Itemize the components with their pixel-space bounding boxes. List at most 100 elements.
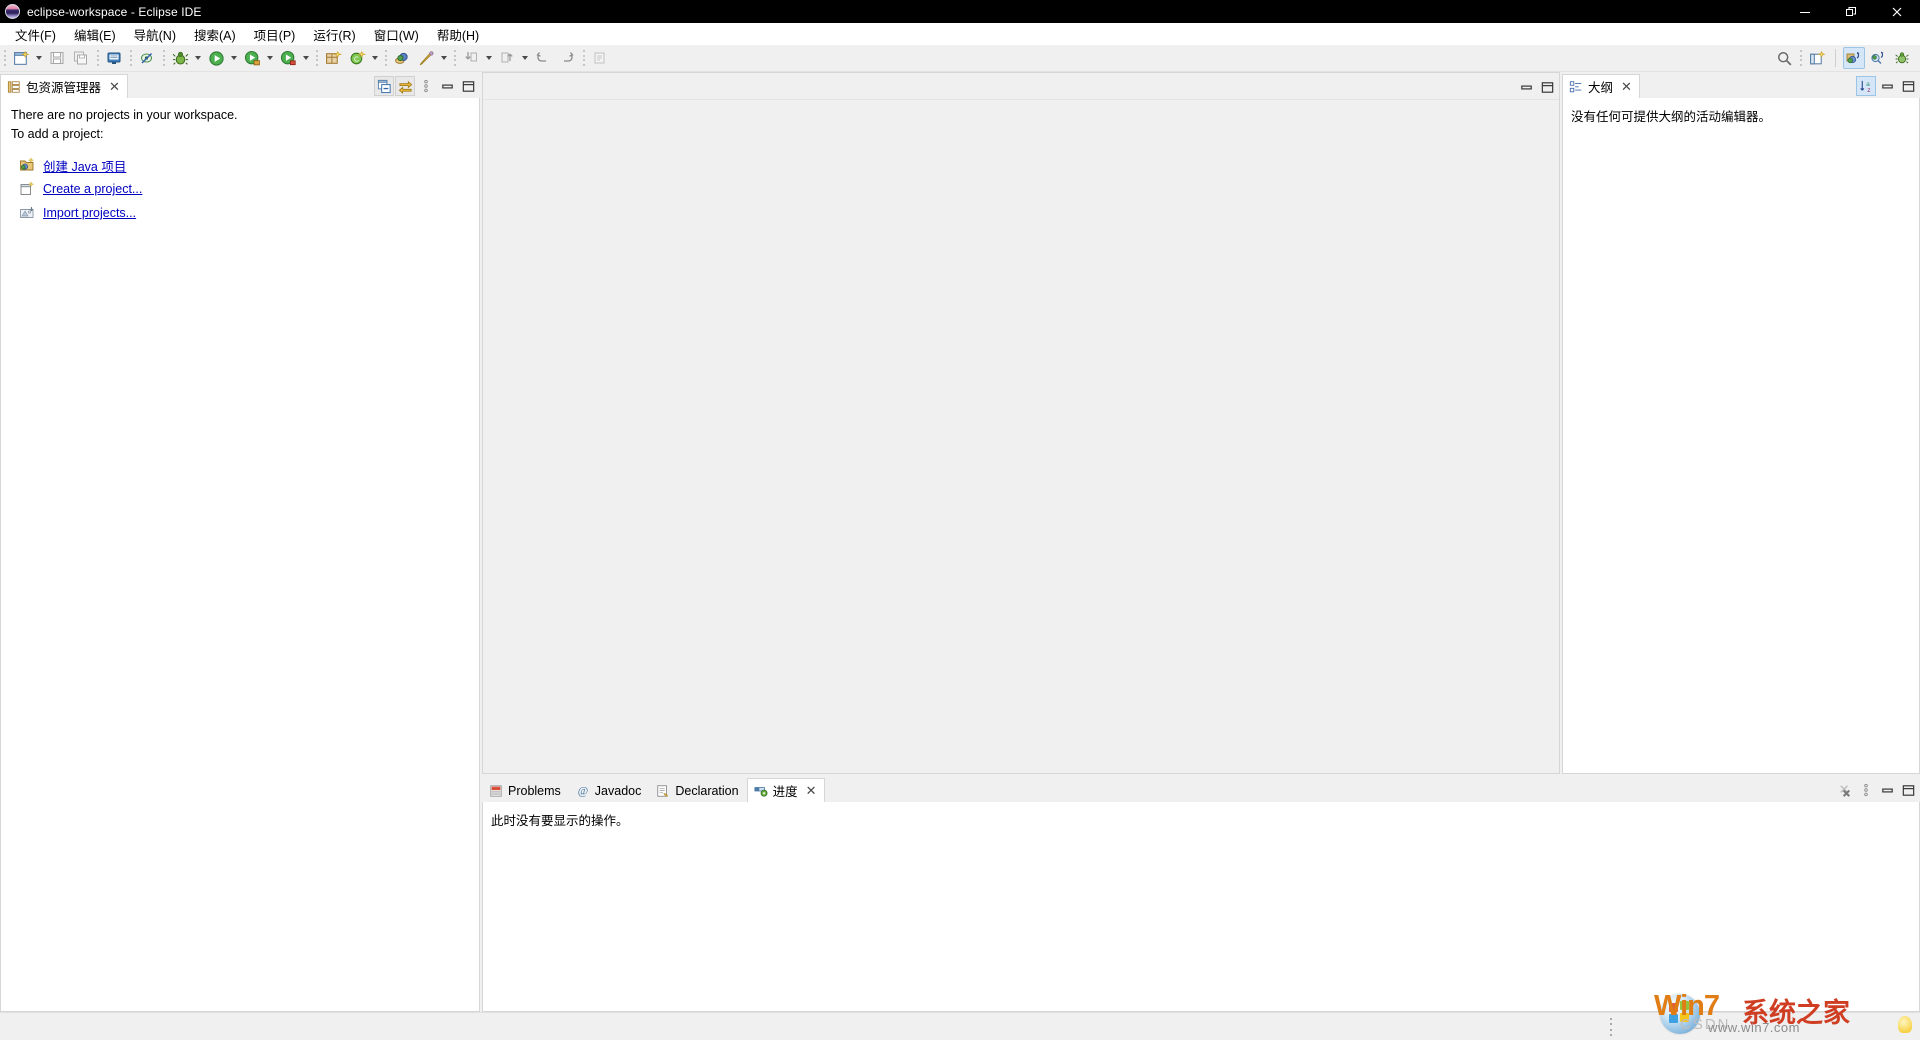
tab-javadoc[interactable]: @ Javadoc <box>569 778 650 802</box>
watermark-bulb-icon <box>1898 1016 1912 1033</box>
package-explorer-icon <box>7 80 21 94</box>
bottom-panel-toolbar <box>1835 780 1918 800</box>
toolbar-separator <box>384 50 387 66</box>
main-toolbar: C <box>0 45 1920 72</box>
empty-message-line-1: There are no projects in your workspace. <box>11 108 238 122</box>
link-create-project-row[interactable]: Create a project... <box>19 177 479 201</box>
link-create-java-project-row[interactable]: 创建 Java 项目 <box>19 153 479 177</box>
new-annotation-icon[interactable] <box>415 47 437 69</box>
progress-icon <box>754 784 768 798</box>
close-icon[interactable]: ✕ <box>1621 80 1632 93</box>
new-wizard-icon[interactable] <box>10 47 32 69</box>
menu-search[interactable]: 搜索(A) <box>185 23 245 46</box>
open-type-icon[interactable] <box>391 47 413 69</box>
debug-icon[interactable] <box>169 47 191 69</box>
next-annotation-dropdown-arrow[interactable] <box>483 47 495 69</box>
progress-empty-message: 此时没有要显示的操作。 <box>491 814 629 828</box>
new-java-class-icon[interactable]: C <box>346 47 368 69</box>
run-coverage-dropdown-arrow[interactable] <box>264 47 276 69</box>
back-history-icon[interactable] <box>532 47 554 69</box>
minimize-icon[interactable] <box>1877 76 1897 96</box>
new-wizard-dropdown-arrow[interactable] <box>33 47 45 69</box>
previous-annotation-dropdown-arrow[interactable] <box>519 47 531 69</box>
new-java-package-icon[interactable] <box>322 47 344 69</box>
tab-label: Javadoc <box>594 783 642 798</box>
link-import-projects[interactable]: Import projects... <box>43 206 136 220</box>
menu-window[interactable]: 窗口(W) <box>365 23 428 46</box>
new-annotation-dropdown-arrow[interactable] <box>438 47 450 69</box>
link-with-editor-icon[interactable] <box>395 76 415 96</box>
perspective-debug-icon[interactable] <box>1891 47 1913 69</box>
package-explorer-toolbar <box>374 76 478 96</box>
close-icon[interactable]: ✕ <box>806 784 817 797</box>
tab-problems[interactable]: Problems <box>482 778 569 802</box>
minimize-icon[interactable] <box>1877 780 1897 800</box>
last-edit-location-icon[interactable] <box>589 47 611 69</box>
link-create-project[interactable]: Create a project... <box>43 182 142 196</box>
view-menu-icon[interactable] <box>1856 780 1876 800</box>
open-perspective-icon[interactable] <box>1806 47 1828 69</box>
remove-all-finished-icon[interactable] <box>1835 780 1855 800</box>
menu-navigate[interactable]: 导航(N) <box>125 23 185 46</box>
search-icon[interactable] <box>1773 47 1795 69</box>
maximize-icon[interactable] <box>1537 77 1557 97</box>
tab-package-explorer[interactable]: 包资源管理器 ✕ <box>0 74 128 98</box>
save-all-icon[interactable] <box>70 47 92 69</box>
forward-history-icon[interactable] <box>556 47 578 69</box>
previous-annotation-icon[interactable] <box>496 47 518 69</box>
svg-text:z: z <box>1867 87 1870 94</box>
progress-view-content: 此时没有要显示的操作。 <box>482 802 1920 1012</box>
new-project-icon <box>19 181 35 197</box>
close-window-button[interactable] <box>1874 0 1920 23</box>
tab-label: 大纲 <box>1588 81 1614 95</box>
minimize-icon[interactable] <box>437 76 457 96</box>
menu-bar: 文件(F) 编辑(E) 导航(N) 搜索(A) 项目(P) 运行(R) 窗口(W… <box>0 23 1920 45</box>
run-dropdown-arrow[interactable] <box>228 47 240 69</box>
run-coverage-icon[interactable] <box>241 47 263 69</box>
perspective-java-icon[interactable] <box>1843 47 1865 69</box>
run-icon[interactable] <box>205 47 227 69</box>
toggle-mark-occurrences-icon[interactable] <box>136 47 158 69</box>
editor-area-tabbar <box>483 73 1559 99</box>
next-annotation-icon[interactable] <box>460 47 482 69</box>
print-icon[interactable] <box>103 47 125 69</box>
perspective-java-browsing-icon[interactable] <box>1867 47 1889 69</box>
sort-icon[interactable]: a z <box>1856 76 1876 96</box>
link-create-java-project[interactable]: 创建 Java 项目 <box>43 156 126 175</box>
outline-empty-message: 没有任何可提供大纲的活动编辑器。 <box>1571 110 1772 124</box>
menu-project[interactable]: 项目(P) <box>245 23 305 46</box>
restore-window-button[interactable] <box>1828 0 1874 23</box>
tab-outline[interactable]: 大纲 ✕ <box>1562 74 1640 98</box>
menu-edit[interactable]: 编辑(E) <box>65 23 125 46</box>
view-menu-icon[interactable] <box>416 76 436 96</box>
toolbar-separator <box>162 50 165 66</box>
menu-run[interactable]: 运行(R) <box>304 23 364 46</box>
maximize-icon[interactable] <box>1898 780 1918 800</box>
outline-content: 没有任何可提供大纲的活动编辑器。 <box>1562 98 1920 774</box>
maximize-icon[interactable] <box>458 76 478 96</box>
external-tools-dropdown-arrow[interactable] <box>300 47 312 69</box>
menu-file[interactable]: 文件(F) <box>6 23 65 46</box>
maximize-icon[interactable] <box>1898 76 1918 96</box>
tab-declaration[interactable]: Declaration <box>649 778 746 802</box>
external-tools-icon[interactable] <box>277 47 299 69</box>
menu-help[interactable]: 帮助(H) <box>428 23 488 46</box>
close-icon[interactable]: ✕ <box>109 80 120 93</box>
svg-text:C: C <box>353 56 358 63</box>
status-bar-grip[interactable] <box>1608 1018 1614 1036</box>
tab-progress[interactable]: 进度 ✕ <box>746 778 825 802</box>
minimize-window-button[interactable] <box>1782 0 1828 23</box>
toolbar-separator <box>129 50 132 66</box>
link-import-projects-row[interactable]: Import projects... <box>19 201 479 225</box>
toolbar-separator <box>96 50 99 66</box>
status-bar: Win7 系统之家 CSDN www.win7.com <box>0 990 1920 1040</box>
new-java-class-dropdown-arrow[interactable] <box>369 47 381 69</box>
save-icon[interactable] <box>46 47 68 69</box>
javadoc-icon: @ <box>576 784 590 798</box>
minimize-icon[interactable] <box>1516 77 1536 97</box>
collapse-all-icon[interactable] <box>374 76 394 96</box>
debug-dropdown-arrow[interactable] <box>192 47 204 69</box>
declaration-icon <box>656 784 670 798</box>
tab-label: Problems <box>508 783 561 798</box>
watermark-overlay-text: CSDN <box>1680 1016 1731 1033</box>
